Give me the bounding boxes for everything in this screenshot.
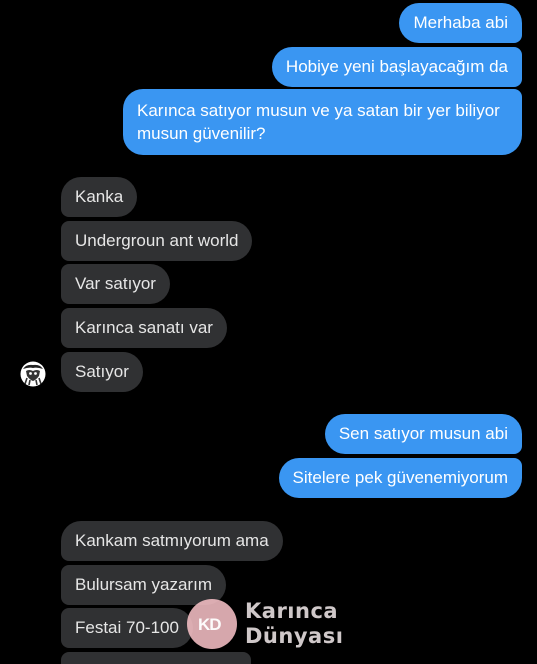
message-text: Sen satıyor musun abi	[338, 424, 508, 443]
partial-incoming-message[interactable]	[61, 652, 251, 664]
message-text: Satıyor	[75, 362, 129, 381]
message-text: Kankam satmıyorum ama	[75, 531, 269, 550]
watermark-mark: KD	[198, 615, 222, 634]
message-text: Hobiye yeni başlayacağım da	[285, 57, 508, 76]
message-text: Kanka	[75, 187, 124, 206]
message-text: Festai 70-100	[75, 618, 179, 637]
incoming-message[interactable]: Undergroun ant world	[61, 221, 253, 261]
incoming-message[interactable]: Satıyor	[61, 352, 143, 392]
message-text: Sitelere pek güvenemiyorum	[292, 468, 508, 487]
message-text: Karınca satıyor musun ve ya satan bir ye…	[137, 101, 500, 143]
outgoing-message[interactable]: Karınca satıyor musun ve ya satan bir ye…	[123, 89, 522, 155]
incoming-message[interactable]: Festai 70-100	[61, 608, 193, 648]
incoming-message[interactable]: Karınca sanatı var	[61, 308, 227, 348]
bird-avatar-icon	[20, 361, 46, 387]
outgoing-message[interactable]: Merhaba abi	[399, 3, 522, 43]
incoming-message[interactable]: Var satıyor	[61, 264, 170, 304]
incoming-message[interactable]: Kankam satmıyorum ama	[61, 521, 283, 561]
message-text: Undergroun ant world	[75, 231, 239, 250]
incoming-message[interactable]: Kanka	[61, 177, 138, 217]
watermark-title: Karınca	[245, 599, 339, 623]
message-text: Merhaba abi	[413, 13, 508, 32]
message-text: Bulursam yazarım	[75, 575, 212, 594]
outgoing-message[interactable]: Sen satıyor musun abi	[324, 414, 522, 454]
avatar[interactable]	[20, 361, 46, 387]
watermark-subtitle: Dünyası	[245, 624, 344, 648]
message-text: Var satıyor	[75, 274, 156, 293]
outgoing-message[interactable]: Sitelere pek güvenemiyorum	[278, 458, 522, 498]
outgoing-message[interactable]: Hobiye yeni başlayacağım da	[271, 47, 522, 87]
watermark: KD Karınca Dünyası	[183, 597, 363, 653]
message-text: Karınca sanatı var	[75, 318, 213, 337]
